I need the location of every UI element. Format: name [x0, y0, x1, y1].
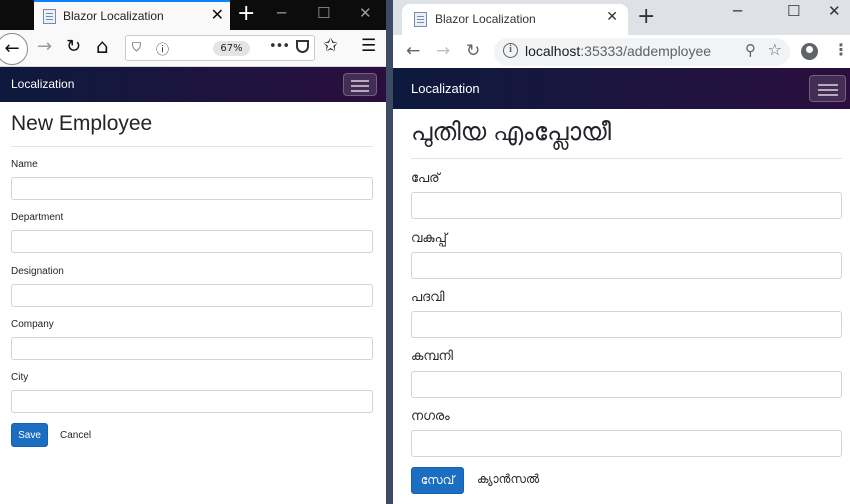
company-label: Company: [11, 319, 54, 330]
city-input[interactable]: [11, 390, 373, 413]
url-path: :35333/addemployee: [580, 43, 712, 59]
tab-close-icon[interactable]: ✕: [211, 5, 224, 24]
tab-title: Blazor Localization: [435, 12, 536, 26]
department-label: Department: [11, 212, 64, 223]
shield-icon: ⛉: [132, 40, 142, 54]
department-input[interactable]: [411, 252, 842, 279]
name-input[interactable]: [411, 192, 842, 219]
profile-avatar-icon[interactable]: [801, 43, 818, 60]
zoom-level-badge[interactable]: 67%: [213, 41, 250, 56]
name-input[interactable]: [11, 177, 373, 200]
navbar-toggler-button[interactable]: [809, 75, 846, 102]
favicon-page-icon: [414, 12, 427, 27]
address-bar[interactable]: i localhost:35333/addemployee ⚲ ☆: [494, 38, 790, 66]
url-bar[interactable]: ⛉ ⓘ 67% •••: [125, 35, 315, 61]
url-host: localhost: [525, 43, 581, 59]
name-label: പേര്: [411, 170, 440, 185]
city-input[interactable]: [411, 430, 842, 457]
firefox-tab-strip: Blazor Localization ✕ + ─ ☐ ✕: [0, 0, 386, 30]
page-title: പുതിയ എംപ്ലോയീ: [411, 118, 612, 146]
hamburger-menu-icon[interactable]: ☰: [361, 36, 376, 56]
company-label: കമ്പനി: [411, 348, 453, 363]
pocket-icon[interactable]: [296, 40, 309, 53]
star-icon[interactable]: ☆: [768, 40, 782, 59]
designation-label: പദവി: [411, 289, 445, 304]
firefox-window: Blazor Localization ✕ + ─ ☐ ✕ ← → ↻ ⌂ ⛉ …: [0, 0, 386, 504]
save-button[interactable]: സേവ്: [411, 467, 464, 494]
bookmarks-icon[interactable]: ✩: [323, 35, 338, 56]
zoom-magnifier-icon[interactable]: ⚲: [745, 41, 756, 59]
forward-arrow-icon[interactable]: →: [37, 36, 52, 57]
minimize-icon[interactable]: ─: [277, 4, 286, 22]
navbar-toggler-button[interactable]: [343, 73, 377, 96]
info-icon[interactable]: ⓘ: [156, 39, 169, 58]
designation-label: Designation: [11, 266, 64, 277]
forward-arrow-icon[interactable]: →: [436, 41, 450, 61]
name-label: Name: [11, 159, 38, 170]
cancel-button[interactable]: ക്യാൻസൽ: [477, 472, 539, 487]
firefox-navigation-bar: ← → ↻ ⌂ ⛉ ⓘ 67% ••• ✩ ☰: [0, 30, 386, 67]
navbar-brand[interactable]: Localization: [411, 81, 480, 96]
reload-icon[interactable]: ↻: [66, 36, 81, 57]
close-window-icon[interactable]: ✕: [828, 2, 841, 20]
designation-input[interactable]: [11, 284, 373, 307]
close-window-icon[interactable]: ✕: [359, 4, 372, 22]
home-icon[interactable]: ⌂: [96, 34, 109, 58]
back-arrow-icon[interactable]: ←: [406, 41, 420, 61]
app-navbar: Localization: [0, 67, 386, 102]
chrome-window: Blazor Localization ✕ + ─ ☐ ✕ ← → ↻ i lo…: [393, 0, 850, 504]
title-divider: [411, 158, 842, 159]
navbar-brand[interactable]: Localization: [11, 77, 74, 91]
new-tab-button[interactable]: +: [637, 4, 655, 29]
chrome-tab-strip: Blazor Localization ✕ + ─ ☐ ✕: [393, 0, 850, 35]
maximize-icon[interactable]: ☐: [317, 4, 330, 22]
reload-icon[interactable]: ↻: [466, 41, 480, 61]
page-actions-icon[interactable]: •••: [269, 39, 290, 54]
info-icon[interactable]: i: [503, 43, 518, 58]
save-button[interactable]: Save: [11, 423, 48, 447]
city-label: നഗരം: [411, 408, 450, 423]
window-divider: [386, 0, 393, 504]
favicon-page-icon: [43, 9, 56, 24]
tab-title: Blazor Localization: [63, 9, 164, 23]
cancel-button[interactable]: Cancel: [60, 430, 91, 441]
kebab-menu-icon[interactable]: ⋮: [833, 40, 849, 59]
page-title: New Employee: [11, 112, 153, 135]
chrome-active-tab[interactable]: Blazor Localization ✕: [402, 4, 628, 35]
company-input[interactable]: [11, 337, 373, 360]
city-label: City: [11, 372, 29, 383]
department-input[interactable]: [11, 230, 373, 253]
title-divider: [11, 146, 373, 147]
company-input[interactable]: [411, 371, 842, 398]
maximize-icon[interactable]: ☐: [787, 2, 800, 20]
app-navbar: Localization: [393, 68, 850, 109]
tab-close-icon[interactable]: ✕: [606, 9, 618, 25]
department-label: വകുപ്പ്: [411, 230, 447, 245]
chrome-navigation-bar: ← → ↻ i localhost:35333/addemployee ⚲ ☆ …: [393, 35, 850, 68]
minimize-icon[interactable]: ─: [733, 2, 742, 20]
new-tab-button[interactable]: +: [237, 1, 255, 26]
designation-input[interactable]: [411, 311, 842, 338]
url-text: localhost:35333/addemployee: [525, 43, 711, 59]
back-arrow-icon[interactable]: ←: [0, 33, 28, 65]
firefox-active-tab[interactable]: Blazor Localization ✕: [34, 0, 230, 30]
